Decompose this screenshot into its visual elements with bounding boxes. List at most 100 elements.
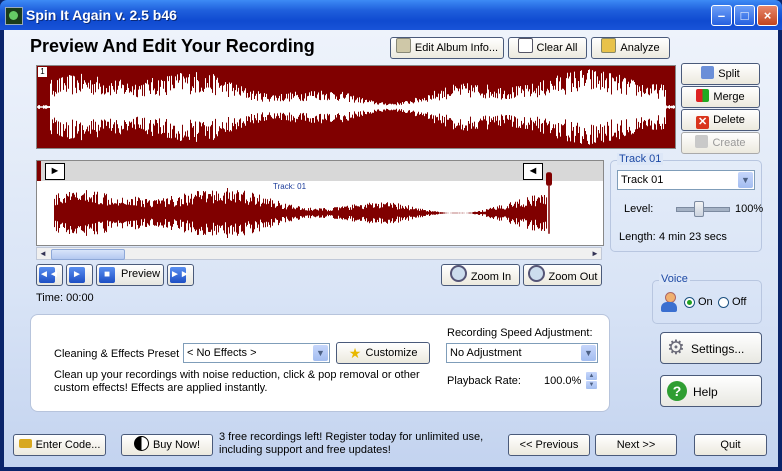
waveform-detail-graphic — [54, 188, 547, 238]
split-icon — [701, 66, 715, 79]
scroll-left-icon[interactable]: ◄ — [37, 248, 49, 259]
blank-page-icon — [517, 38, 533, 53]
app-window: Spin It Again v. 2.5 b46 – □ × Preview A… — [0, 0, 782, 471]
zoom-out-button[interactable]: Zoom Out — [523, 264, 602, 286]
page-title: Preview And Edit Your Recording — [30, 36, 315, 56]
track-panel-title: Track 01 — [617, 153, 664, 165]
preview-button[interactable]: ■ Preview — [96, 264, 164, 286]
chevron-down-icon[interactable]: ▼ — [581, 345, 596, 361]
delete-button[interactable]: ✕ Delete — [681, 109, 760, 131]
track-select-value: Track 01 — [621, 174, 664, 186]
edit-album-info-label: Edit Album Info... — [414, 42, 499, 54]
star-icon: ★ — [348, 345, 362, 361]
registration-message: 3 free recordings left! Register today f… — [219, 431, 484, 456]
main-content: Preview And Edit Your Recording Edit Alb… — [4, 30, 778, 467]
scroll-thumb[interactable] — [51, 249, 125, 260]
merge-icon — [696, 89, 710, 102]
playhead-handle[interactable] — [546, 162, 552, 244]
voice-panel-title: Voice — [659, 273, 690, 285]
length-label: Length: — [619, 231, 656, 243]
split-button[interactable]: Split — [681, 63, 760, 85]
fast-forward-button[interactable]: ►► — [167, 264, 194, 286]
selection-start-arrow-icon[interactable]: ► — [45, 163, 65, 180]
quit-label: Quit — [720, 439, 741, 451]
previous-label: << Previous — [519, 439, 579, 451]
zoom-out-label: Zoom Out — [548, 271, 598, 283]
merge-button[interactable]: Merge — [681, 86, 760, 108]
zoom-in-button[interactable]: Zoom In — [441, 264, 520, 286]
analyze-button[interactable]: Analyze — [591, 37, 670, 59]
voice-off-radio[interactable] — [718, 297, 729, 308]
title-bar: Spin It Again v. 2.5 b46 – □ × — [0, 0, 782, 30]
create-icon — [695, 135, 709, 148]
help-question-icon: ? — [667, 381, 687, 401]
waveform-detail[interactable]: ► ◄ Track: 01 — [36, 160, 604, 246]
preset-label: Cleaning & Effects Preset : — [54, 348, 186, 360]
buy-now-button[interactable]: Buy Now! — [121, 434, 213, 456]
notepad-icon — [395, 38, 411, 53]
rewind-button[interactable]: ◄◄ — [36, 264, 63, 286]
voice-on-radio[interactable] — [684, 297, 695, 308]
play-button[interactable]: ► — [66, 264, 93, 286]
create-label: Create — [712, 137, 746, 149]
effects-description: Clean up your recordings with noise redu… — [54, 369, 420, 394]
stop-icon: ■ — [99, 267, 115, 283]
waveform-overview-graphic — [37, 69, 675, 145]
voice-off-label: Off — [732, 296, 747, 308]
customize-button[interactable]: ★ Customize — [336, 342, 430, 364]
playback-rate-label: Playback Rate: — [447, 375, 521, 387]
length-value: 4 min 23 secs — [659, 231, 727, 243]
level-slider-thumb[interactable] — [693, 201, 704, 217]
next-label: Next >> — [616, 439, 656, 451]
waveform-overview[interactable]: 1 — [36, 65, 676, 149]
minimize-button[interactable]: – — [711, 5, 732, 26]
customize-label: Customize — [365, 347, 418, 359]
quit-button[interactable]: Quit — [694, 434, 767, 456]
previous-button[interactable]: << Previous — [508, 434, 590, 456]
preset-select-value: < No Effects > — [187, 347, 257, 359]
create-button[interactable]: Create — [681, 132, 760, 154]
help-button[interactable]: ? Help — [660, 375, 762, 407]
spin-down-icon[interactable]: ▼ — [586, 381, 597, 389]
track-marker[interactable]: 1 — [38, 67, 47, 77]
track-select[interactable]: Track 01 ▼ — [617, 170, 755, 190]
window-title: Spin It Again v. 2.5 b46 — [26, 7, 177, 23]
analyze-label: Analyze — [620, 42, 660, 54]
next-button[interactable]: Next >> — [595, 434, 677, 456]
settings-button[interactable]: ⚙ Settings... — [660, 332, 762, 364]
preview-label: Preview — [121, 268, 161, 280]
selection-bar[interactable] — [37, 161, 603, 181]
level-value: 100% — [735, 203, 764, 215]
clear-all-button[interactable]: Clear All — [508, 37, 587, 59]
speed-label: Recording Speed Adjustment: — [447, 327, 593, 339]
selection-end-arrow-icon[interactable]: ◄ — [523, 163, 543, 180]
time-readout: Time: 00:00 — [36, 292, 94, 304]
chevron-down-icon[interactable]: ▼ — [738, 172, 753, 188]
yin-yang-icon — [133, 436, 149, 451]
delete-x-icon: ✕ — [696, 116, 710, 129]
spin-up-icon[interactable]: ▲ — [586, 372, 597, 380]
fast-forward-icon: ►► — [170, 267, 190, 283]
waveform-scrollbar[interactable]: ◄ ► — [36, 247, 602, 260]
wrench-icon — [601, 38, 617, 53]
edit-album-info-button[interactable]: Edit Album Info... — [390, 37, 504, 59]
close-button[interactable]: × — [757, 5, 778, 26]
speed-select[interactable]: No Adjustment ▼ — [446, 343, 598, 363]
chevron-down-icon[interactable]: ▼ — [313, 345, 328, 361]
delete-label: Delete — [713, 114, 745, 126]
key-icon — [18, 439, 32, 448]
person-icon — [660, 292, 678, 312]
split-label: Split — [718, 68, 740, 80]
gear-icon: ⚙ — [667, 337, 685, 359]
zoom-in-icon — [449, 265, 467, 282]
rewind-icon: ◄◄ — [39, 267, 59, 283]
clear-all-label: Clear All — [536, 42, 578, 54]
preset-select[interactable]: < No Effects > ▼ — [183, 343, 330, 363]
start-marker[interactable] — [37, 161, 41, 181]
buy-now-label: Buy Now! — [152, 439, 201, 451]
maximize-button[interactable]: □ — [734, 5, 755, 26]
app-icon[interactable] — [5, 7, 23, 25]
scroll-right-icon[interactable]: ► — [589, 248, 601, 259]
enter-code-label: Enter Code... — [35, 439, 101, 451]
enter-code-button[interactable]: Enter Code... — [13, 434, 106, 456]
